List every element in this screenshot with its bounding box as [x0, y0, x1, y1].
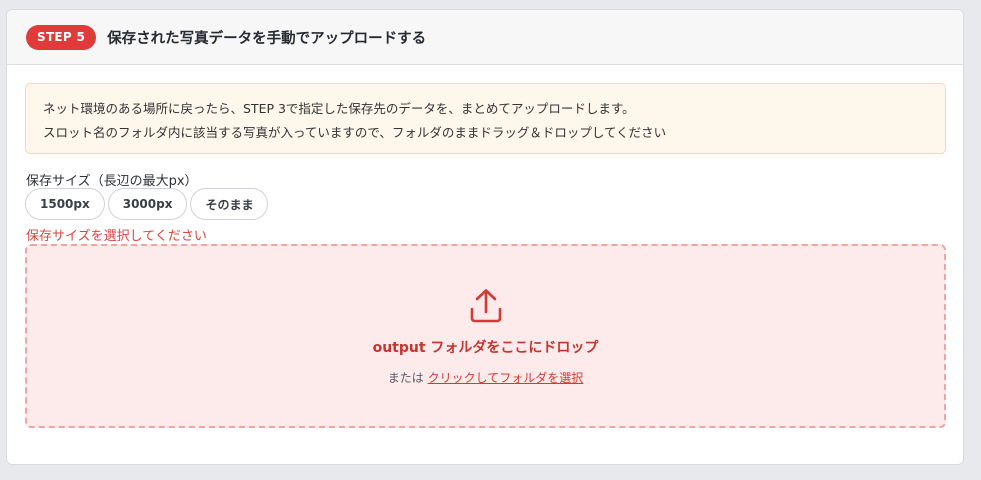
size-option-original[interactable]: そのまま	[190, 188, 269, 220]
size-option-3000px[interactable]: 3000px	[107, 188, 188, 220]
card-title: 保存された写真データを手動でアップロードする	[107, 30, 427, 47]
size-error-message: 保存サイズを選択してください	[26, 229, 207, 244]
notice-line-2: スロット名のフォルダ内に該当する写真が入っていますので、フォルダのままドラッグ＆…	[43, 125, 667, 140]
dropzone-or-text: または	[387, 371, 424, 385]
select-folder-link[interactable]: クリックしてフォルダを選択	[428, 371, 584, 385]
size-option-1500px[interactable]: 1500px	[25, 188, 105, 220]
save-size-label: 保存サイズ（長辺の最大px）	[26, 174, 198, 189]
save-size-options: 1500px 3000px そのまま	[25, 188, 269, 220]
upload-icon	[470, 289, 502, 323]
step5-card: STEP 5 保存された写真データを手動でアップロードする ネット環境のある場所…	[6, 9, 964, 465]
step-badge: STEP 5	[26, 24, 97, 50]
card-header: STEP 5 保存された写真データを手動でアップロードする	[7, 10, 963, 65]
dropzone-title: output フォルダをここにドロップ	[372, 340, 599, 356]
folder-dropzone[interactable]: output フォルダをここにドロップ または クリックしてフォルダを選択	[25, 244, 946, 428]
notice-line-1: ネット環境のある場所に戻ったら、STEP 3で指定した保存先のデータを、まとめて…	[43, 101, 635, 116]
dropzone-subtext: または クリックしてフォルダを選択	[27, 369, 944, 386]
info-notice: ネット環境のある場所に戻ったら、STEP 3で指定した保存先のデータを、まとめて…	[25, 83, 946, 154]
